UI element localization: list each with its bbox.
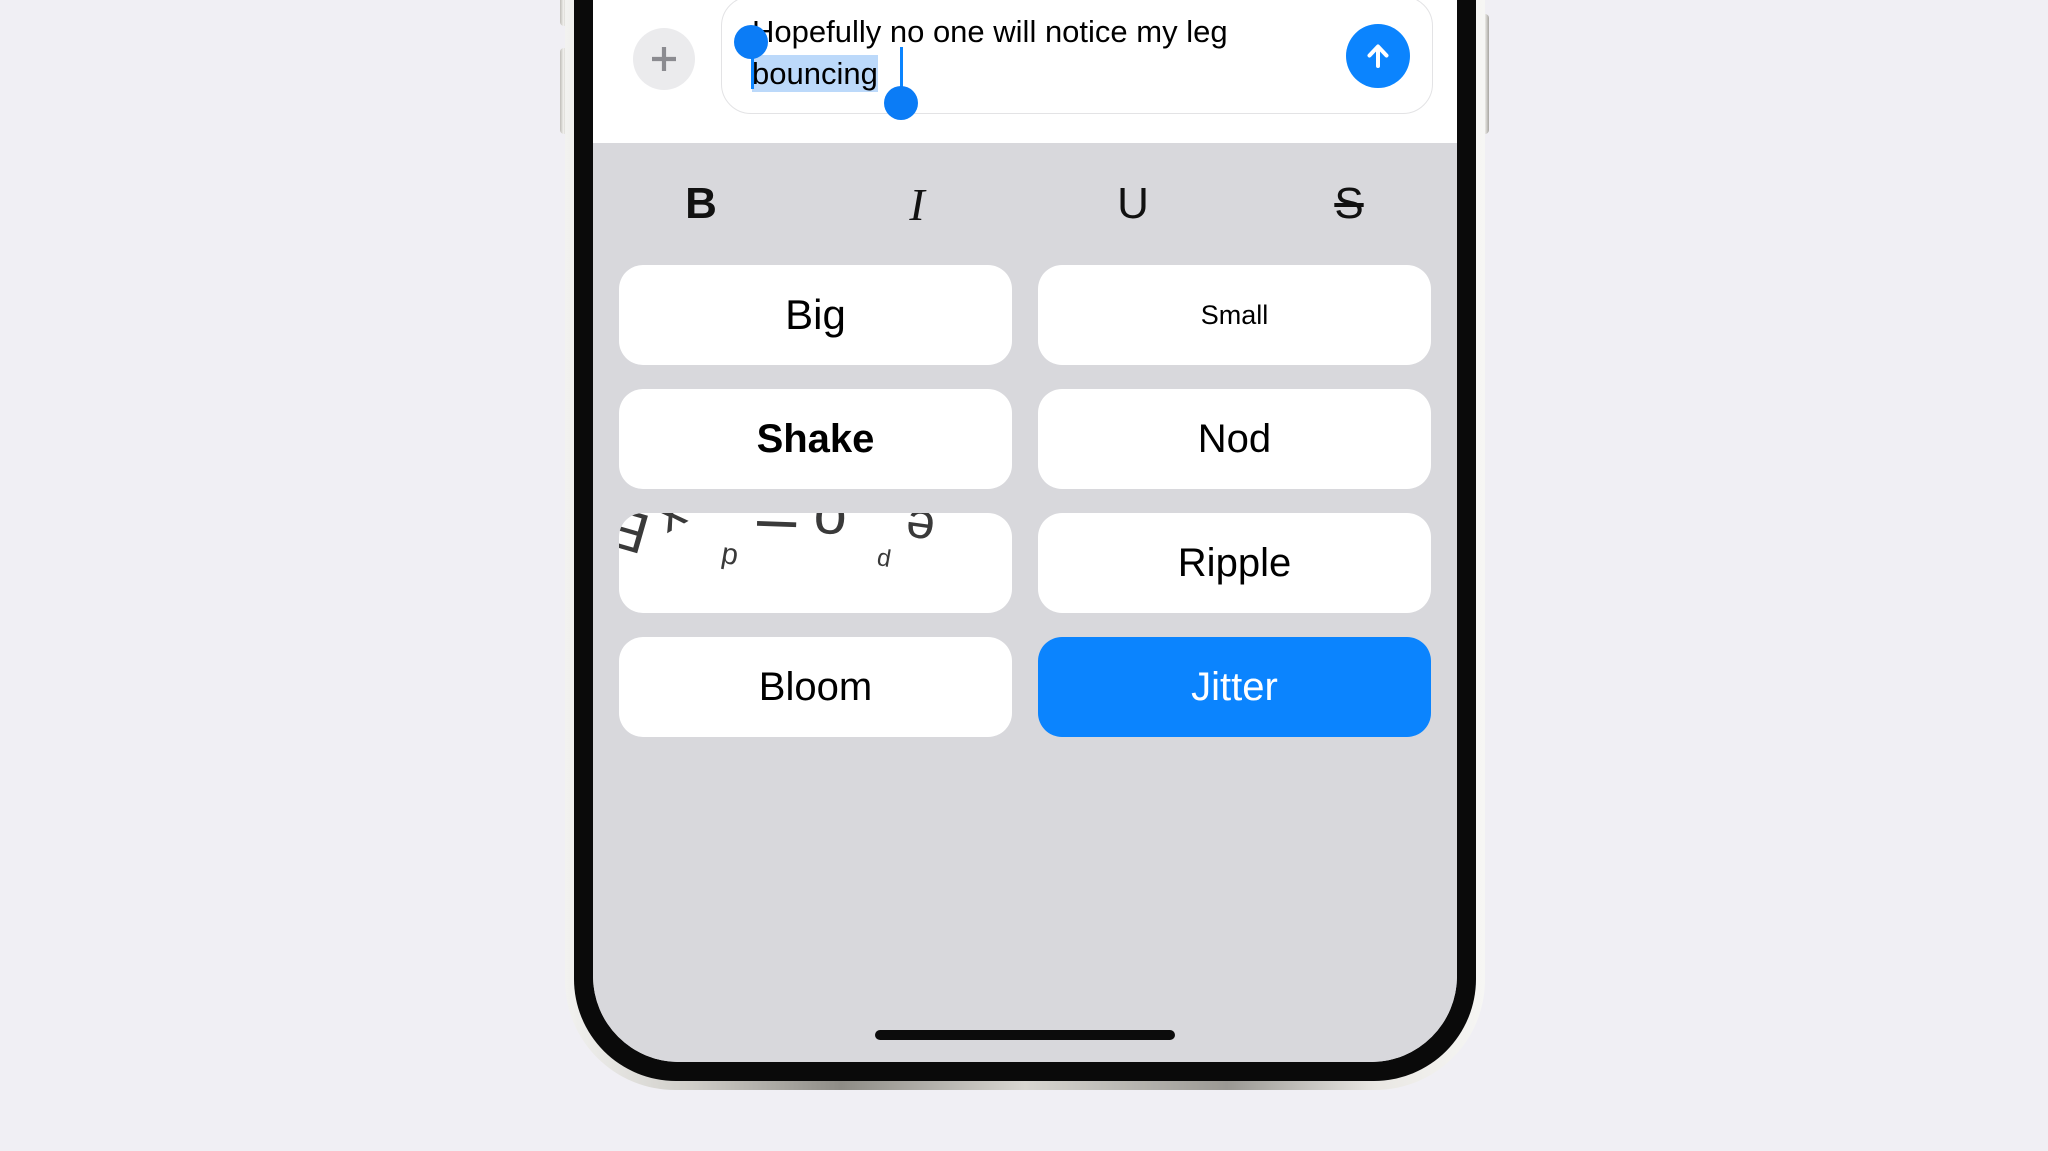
effect-label: Big xyxy=(785,291,846,339)
selection-end-caret xyxy=(900,47,903,89)
effects-row: Big Small xyxy=(619,265,1431,365)
effect-label: Bloom xyxy=(759,665,872,710)
explode-letter: E xyxy=(619,513,656,567)
conversation-area: caffeine 🍂 Delivered One triple shot com… xyxy=(593,0,1457,143)
explode-letter: o xyxy=(812,513,847,557)
italic-button[interactable]: I xyxy=(809,178,1025,231)
arrow-up-icon xyxy=(1360,38,1396,74)
plus-icon xyxy=(647,42,681,76)
message-input-text: Hopefully no one will notice my leg boun… xyxy=(752,11,1320,95)
effect-label: Small xyxy=(1201,300,1269,331)
effects-grid: Big Small Shake Nod xyxy=(619,265,1431,761)
effect-jitter-button[interactable]: Jitter xyxy=(1038,637,1431,737)
message-input-unselected-text: Hopefully no one will notice my leg xyxy=(752,14,1228,49)
underline-button[interactable]: U xyxy=(1025,179,1241,229)
effect-label: Shake xyxy=(757,417,875,462)
phone-frame: caffeine 🍂 Delivered One triple shot com… xyxy=(565,0,1485,1090)
explode-letter: x xyxy=(645,513,699,552)
explode-letter: p xyxy=(719,536,741,572)
effects-row: Explode Ripple xyxy=(619,513,1431,613)
bold-button[interactable]: B xyxy=(593,179,809,229)
effect-label: Nod xyxy=(1198,417,1271,462)
screenshot-stage: caffeine 🍂 Delivered One triple shot com… xyxy=(0,0,2048,1151)
effect-label: Ripple xyxy=(1178,541,1291,586)
explode-letter: e xyxy=(902,513,938,559)
selection-handle-end[interactable] xyxy=(884,86,918,120)
effect-bloom-button[interactable]: Bloom xyxy=(619,637,1012,737)
effects-row: Shake Nod xyxy=(619,389,1431,489)
explode-letter: l xyxy=(744,517,806,531)
message-input-selected-text: bouncing xyxy=(752,55,878,92)
effect-shake-button[interactable]: Shake xyxy=(619,389,1012,489)
effect-ripple-button[interactable]: Ripple xyxy=(1038,513,1431,613)
text-effects-panel: B I U S Big Small xyxy=(593,143,1457,1062)
effect-label-explode-animated: Explode xyxy=(619,513,1012,613)
effect-explode-button[interactable]: Explode xyxy=(619,513,1012,613)
effect-big-button[interactable]: Big xyxy=(619,265,1012,365)
message-input-field[interactable]: Hopefully no one will notice my leg boun… xyxy=(721,0,1433,114)
explode-letter: d xyxy=(875,543,893,573)
effect-small-button[interactable]: Small xyxy=(1038,265,1431,365)
compose-row: Hopefully no one will notice my leg boun… xyxy=(593,0,1457,126)
effect-nod-button[interactable]: Nod xyxy=(1038,389,1431,489)
phone-screen: caffeine 🍂 Delivered One triple shot com… xyxy=(593,0,1457,1062)
attachment-plus-button[interactable] xyxy=(633,28,695,90)
phone-bezel: caffeine 🍂 Delivered One triple shot com… xyxy=(574,0,1476,1081)
selection-handle-start[interactable] xyxy=(734,25,768,59)
effect-label: Jitter xyxy=(1191,665,1278,710)
effects-row: Bloom Jitter xyxy=(619,637,1431,737)
send-button[interactable] xyxy=(1346,24,1410,88)
strikethrough-button[interactable]: S xyxy=(1241,179,1457,229)
home-indicator xyxy=(875,1030,1175,1040)
formatting-toolbar: B I U S xyxy=(593,143,1457,265)
